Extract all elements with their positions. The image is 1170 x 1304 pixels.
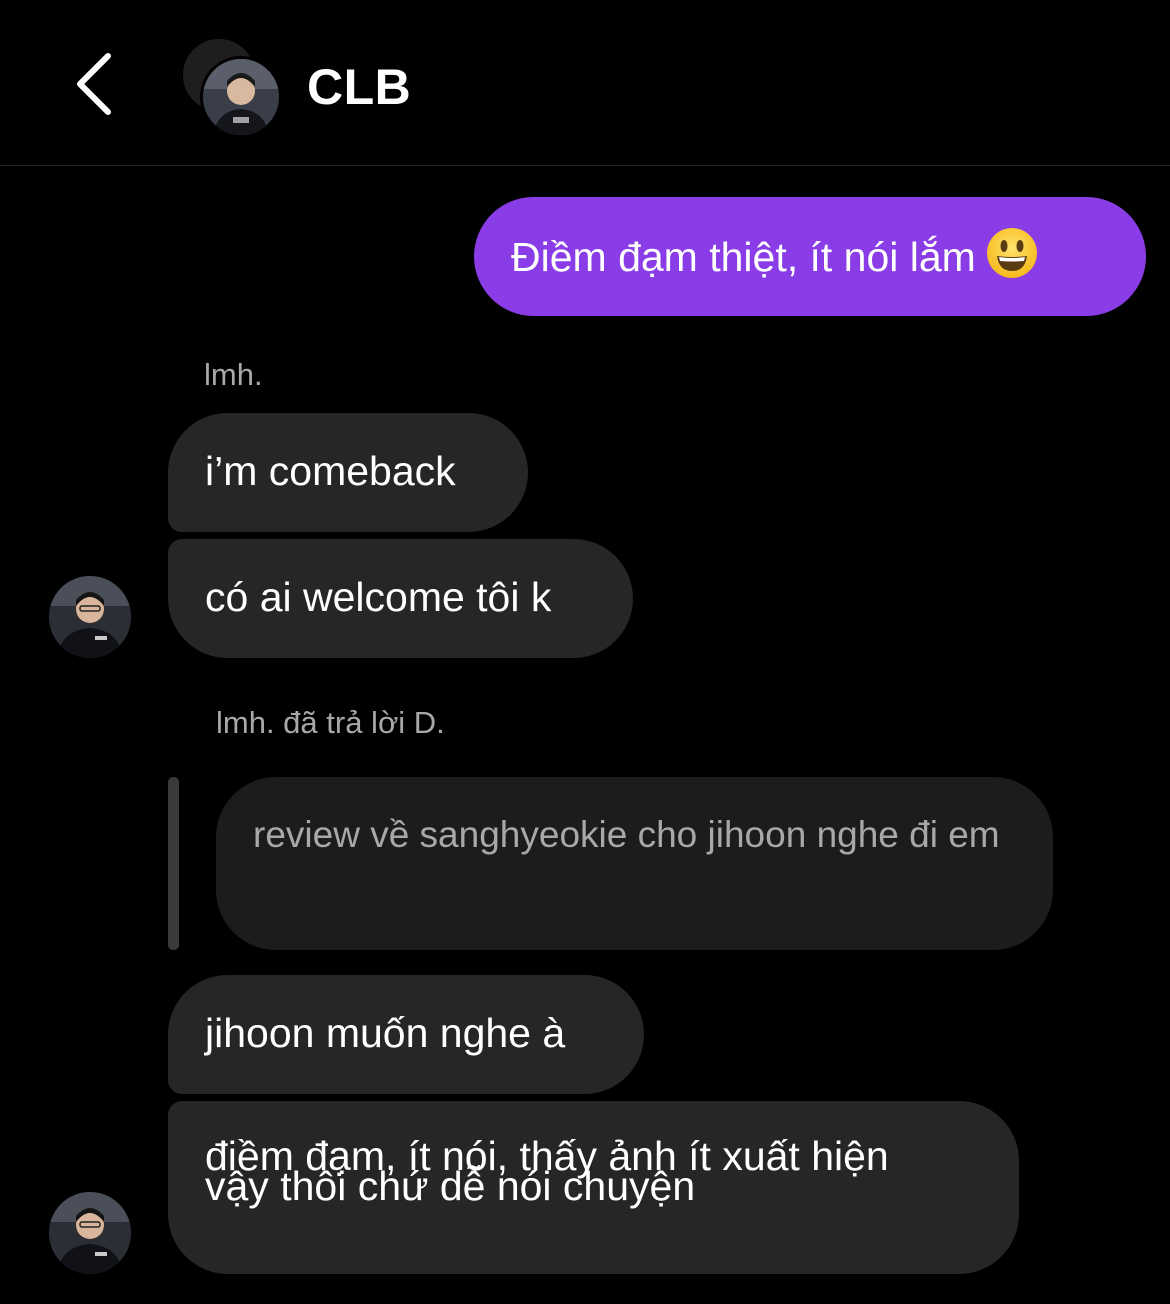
chat-header: CLB [0, 0, 1170, 166]
sent-message-bubble[interactable]: Điềm đạm thiệt, ít nói lắm [474, 197, 1146, 316]
reply-indicator: lmh. đã trả lời D. [216, 705, 445, 740]
group-avatar-primary [200, 56, 282, 138]
received-message-text: có ai welcome tôi k [205, 574, 552, 620]
group-avatar[interactable] [178, 34, 282, 138]
received-message-text: jihoon muốn nghe à [205, 1010, 566, 1056]
chat-title[interactable]: CLB [307, 58, 411, 116]
grinning-face-emoji-icon [986, 227, 1038, 293]
sent-message-text: Điềm đạm thiệt, ít nói lắm [511, 234, 976, 280]
received-message-bubble[interactable]: i’m comeback [168, 413, 528, 532]
back-button[interactable] [62, 44, 132, 124]
quoted-message-text: review về sanghyeokie cho jihoon nghe đi… [253, 814, 1000, 855]
received-message-bubble[interactable]: có ai welcome tôi k [168, 539, 633, 658]
received-message-text-line-2: vậy thôi chứ dễ nói chuyện [205, 1163, 696, 1209]
sender-name: lmh. [204, 357, 263, 392]
quoted-message-bubble[interactable]: review về sanghyeokie cho jihoon nghe đi… [216, 777, 1053, 950]
received-message-bubble[interactable]: điềm đạm, ít nói, thấy ảnh ít xuất hiện … [168, 1101, 1019, 1274]
reply-bar [168, 777, 179, 950]
received-message-bubble[interactable]: jihoon muốn nghe à [168, 975, 644, 1094]
avatar[interactable] [49, 1192, 131, 1274]
chevron-left-icon [77, 53, 111, 115]
avatar[interactable] [49, 576, 131, 658]
received-message-text: i’m comeback [205, 448, 456, 494]
